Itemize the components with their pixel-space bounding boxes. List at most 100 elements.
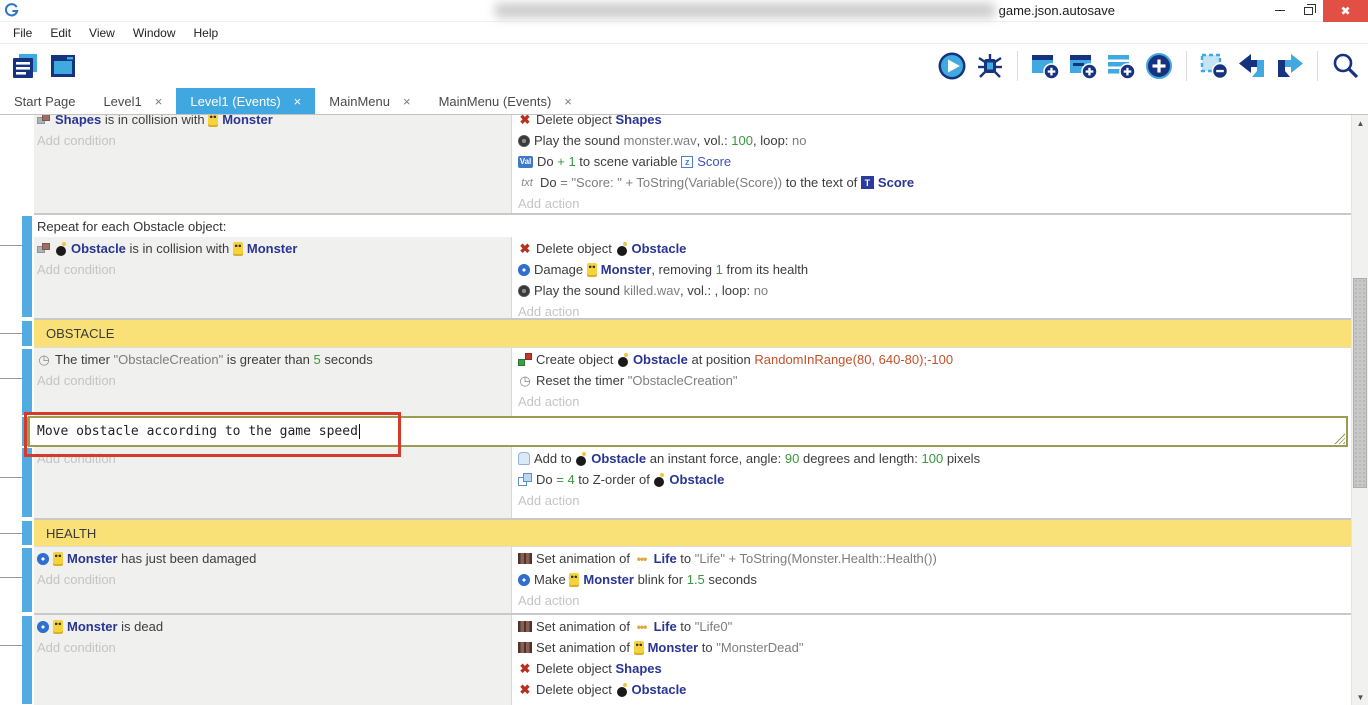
tab-mainmenu[interactable]: MainMenu× (315, 88, 424, 114)
event-row[interactable]: Add conditionAdd to Obstacle an instant … (34, 447, 1351, 518)
redo-button[interactable] (1275, 51, 1305, 81)
close-button[interactable]: ✖ (1323, 0, 1368, 22)
menu-window[interactable]: Window (124, 24, 185, 42)
event-selection-bar[interactable] (22, 616, 32, 704)
action-line[interactable]: Make Monster blink for 1.5 seconds (518, 569, 1351, 590)
gutter-tick (0, 378, 22, 379)
action-line[interactable]: ✖Delete object Obstacle (518, 238, 1351, 259)
section-header-obstacle[interactable]: OBSTACLE (34, 318, 1351, 347)
annotation-rectangle (24, 412, 401, 457)
action-line[interactable]: ValDo + 1 to scene variable zScore (518, 151, 1351, 172)
scrollbar-thumb[interactable] (1353, 278, 1367, 488)
menu-view[interactable]: View (80, 24, 124, 42)
action-line[interactable]: ✖Delete object Shapes (518, 658, 1351, 679)
action-line[interactable]: Set animation of Monster to "MonsterDead… (518, 637, 1351, 658)
add-event-button[interactable] (1030, 51, 1060, 81)
event-row[interactable]: Shapes is in collision with MonsterAdd c… (34, 115, 1351, 213)
event-text: Monster (67, 551, 121, 566)
condition-line[interactable]: ◷The timer "ObstacleCreation" is greater… (37, 349, 511, 370)
event-selection-bar[interactable] (22, 521, 32, 545)
menu-help[interactable]: Help (185, 24, 228, 42)
action-line[interactable]: Set animation of •••Life to "Life0" (518, 616, 1351, 637)
animation-icon (518, 642, 532, 653)
tab-close-icon[interactable]: × (564, 94, 572, 109)
tab-close-icon[interactable]: × (155, 94, 163, 109)
vertical-scrollbar[interactable]: ▲ ▼ (1351, 115, 1368, 705)
menu-file[interactable]: File (4, 24, 41, 42)
event-text: RandomInRange(80, 640-80);-100 (754, 352, 953, 367)
add-action-button[interactable]: Add action (518, 391, 1351, 412)
add-condition-button[interactable]: Add condition (37, 370, 511, 391)
event-text: Shapes (616, 115, 662, 127)
scene-editor-button[interactable] (48, 51, 78, 81)
event-text: , removing (651, 262, 715, 277)
search-button[interactable] (1330, 51, 1360, 81)
menu-edit[interactable]: Edit (41, 24, 80, 42)
condition-line[interactable]: Monster has just been damaged (37, 548, 511, 569)
event-text: to (677, 619, 695, 634)
event-selection-bar[interactable] (22, 548, 32, 612)
tab-close-icon[interactable]: × (294, 94, 302, 109)
action-line[interactable]: ✖Delete object Shapes (518, 115, 1351, 130)
event-text: "ObstacleCreation" (628, 373, 738, 388)
action-line[interactable]: Set animation of •••Life to "Life" + ToS… (518, 548, 1351, 569)
remove-selection-button[interactable] (1199, 51, 1229, 81)
event-text: + 1 (557, 154, 575, 169)
undo-button[interactable] (1237, 51, 1267, 81)
add-condition-button[interactable]: Add condition (37, 259, 511, 280)
gutter-tick (0, 533, 22, 534)
event-selection-bar[interactable] (22, 349, 32, 415)
redo-icon (1275, 51, 1305, 81)
scroll-down-arrow-icon[interactable]: ▼ (1352, 689, 1368, 705)
debugger-button[interactable] (975, 51, 1005, 81)
event-text: Delete object (536, 241, 616, 256)
tab-start-page[interactable]: Start Page (0, 88, 89, 114)
tab-level1-events-[interactable]: Level1 (Events)× (176, 88, 315, 114)
add-action-button[interactable]: Add action (518, 490, 1351, 511)
action-line[interactable]: Damage Monster, removing 1 from its heal… (518, 259, 1351, 280)
project-manager-button[interactable] (10, 51, 40, 81)
event-text: Shapes (55, 115, 105, 127)
add-condition-button[interactable]: Add condition (37, 637, 511, 658)
action-line[interactable]: Create object Obstacle at position Rando… (518, 349, 1351, 370)
monster-icon (208, 115, 218, 127)
repeat-event-header[interactable]: Repeat for each Obstacle object: (34, 215, 1351, 237)
play-icon (937, 51, 967, 81)
event-text: Do (537, 154, 557, 169)
add-condition-button[interactable]: Add condition (37, 569, 511, 590)
event-selection-bar[interactable] (22, 216, 32, 317)
condition-line[interactable]: Shapes is in collision with Monster (37, 115, 511, 130)
add-subevent-button[interactable] (1068, 51, 1098, 81)
action-line[interactable]: Add to Obstacle an instant force, angle:… (518, 448, 1351, 469)
action-line[interactable]: ✖Delete object Obstacle (518, 679, 1351, 700)
tab-mainmenu-events-[interactable]: MainMenu (Events)× (425, 88, 586, 114)
event-row[interactable]: ◷The timer "ObstacleCreation" is greater… (34, 347, 1351, 416)
event-row[interactable]: Monster has just been damagedAdd conditi… (34, 546, 1351, 613)
tab-close-icon[interactable]: × (403, 94, 411, 109)
action-line[interactable]: txtDo = "Score: " + ToString(Variable(Sc… (518, 172, 1351, 193)
tab-level1[interactable]: Level1× (89, 88, 176, 114)
event-text: to (698, 640, 716, 655)
add-action-button[interactable]: Add action (518, 193, 1351, 213)
event-selection-bar[interactable] (22, 448, 32, 517)
add-action-button[interactable]: Add action (518, 590, 1351, 611)
condition-line[interactable]: Obstacle is in collision with Monster (37, 238, 511, 259)
add-comment-button[interactable] (1106, 51, 1136, 81)
event-row[interactable]: Monster is deadAdd condition Set animatio… (34, 613, 1351, 705)
add-condition-button[interactable]: Add condition (37, 130, 511, 151)
play-button[interactable] (937, 51, 967, 81)
condition-line[interactable]: Monster is dead (37, 616, 511, 637)
action-line[interactable]: Do = 4 to Z-order of Obstacle (518, 469, 1351, 490)
scroll-up-arrow-icon[interactable]: ▲ (1352, 115, 1368, 131)
add-circle-button[interactable] (1144, 51, 1174, 81)
action-line[interactable]: ◷Reset the timer "ObstacleCreation" (518, 370, 1351, 391)
section-header-health[interactable]: HEALTH (34, 518, 1351, 546)
resize-grip[interactable] (1334, 433, 1345, 444)
event-row[interactable]: Repeat for each Obstacle object:Obstacle… (34, 213, 1351, 318)
action-line[interactable]: Play the sound monster.wav, vol.: 100, l… (518, 130, 1351, 151)
event-text: Set animation of (536, 619, 634, 634)
event-selection-bar[interactable] (22, 321, 32, 346)
restore-button[interactable] (1294, 0, 1323, 22)
minimize-button[interactable] (1265, 0, 1294, 22)
action-line[interactable]: Play the sound killed.wav, vol.: , loop:… (518, 280, 1351, 301)
